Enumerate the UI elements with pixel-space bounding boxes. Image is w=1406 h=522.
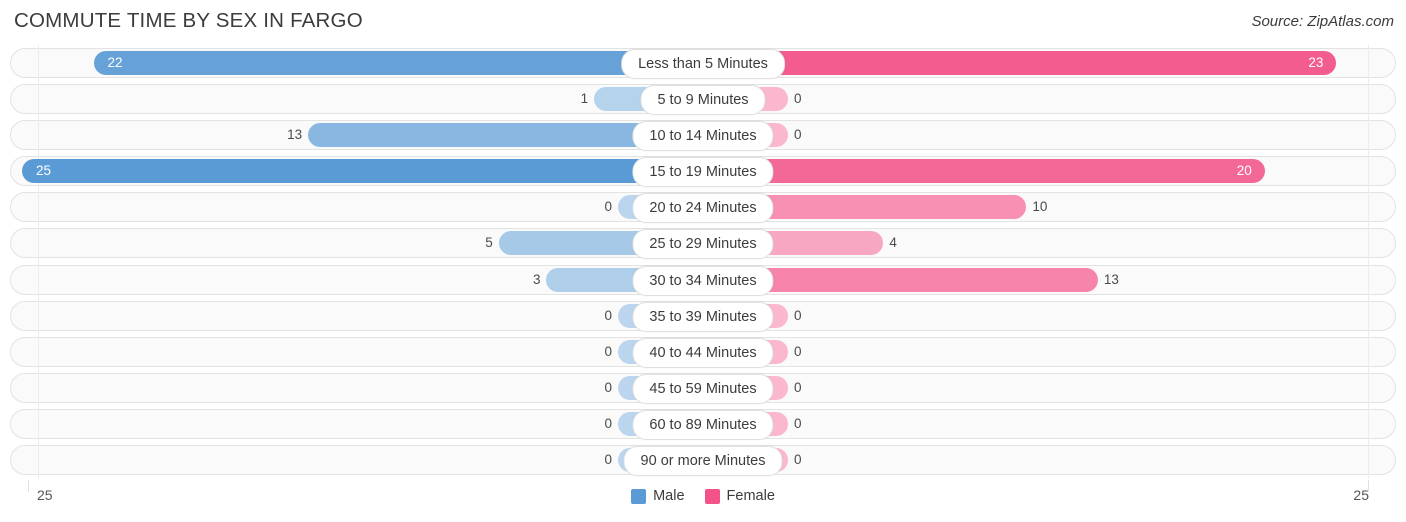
legend-item-female[interactable]: Female — [704, 488, 775, 504]
bar-value-female: 23 — [1308, 55, 1324, 70]
chart-legend: Male Female — [0, 488, 1406, 504]
chart-plot-area: 22 23 Less than 5 Minutes 1 0 5 to 9 Minutes 1… — [0, 44, 1406, 484]
gridline-right — [1368, 153, 1369, 191]
bar-value-male: 13 — [287, 127, 303, 143]
table-row[interactable]: 0 0 40 to 44 Minutes — [10, 333, 1396, 371]
bar-male[interactable] — [93, 51, 703, 75]
bar-female[interactable] — [703, 159, 1265, 184]
gridline-left — [38, 189, 39, 227]
bar-value-female: 0 — [794, 415, 802, 431]
gridline-left — [38, 117, 39, 155]
bar-male[interactable] — [22, 159, 703, 184]
bar-value-female: 0 — [794, 127, 802, 143]
legend-swatch-female-icon — [704, 488, 720, 504]
bar-value-male: 0 — [604, 343, 612, 359]
bar-value-female: 0 — [794, 452, 802, 468]
category-label: 5 to 9 Minutes — [640, 85, 766, 116]
bar-value-male: 3 — [532, 271, 541, 287]
bar-value-female: 0 — [794, 379, 802, 395]
table-row[interactable]: 0 0 45 to 59 Minutes — [10, 369, 1396, 407]
table-row[interactable]: 1 0 5 to 9 Minutes — [10, 81, 1396, 119]
legend-item-male[interactable]: Male — [631, 488, 685, 504]
bar-value-male: 25 — [36, 163, 52, 179]
bar-value-female: 0 — [794, 91, 802, 107]
gridline-right — [1368, 442, 1369, 480]
category-label: Less than 5 Minutes — [621, 49, 785, 79]
gridline-left — [38, 369, 39, 407]
gridline-right — [1368, 405, 1369, 443]
category-label: 45 to 59 Minutes — [632, 373, 774, 404]
table-row[interactable]: 25 20 15 to 19 Minutes — [10, 153, 1396, 191]
bar-value-female: 13 — [1103, 271, 1119, 287]
bar-value-male: 0 — [604, 452, 612, 468]
legend-label-female: Female — [726, 488, 775, 504]
category-label: 60 to 89 Minutes — [632, 409, 774, 440]
gridline-right — [1368, 189, 1369, 227]
category-label: 15 to 19 Minutes — [632, 157, 774, 188]
table-row[interactable]: 5 4 25 to 29 Minutes — [10, 225, 1396, 263]
page-title: COMMUTE TIME BY SEX IN FARGO — [14, 9, 363, 32]
bar-value-male: 22 — [107, 55, 123, 70]
gridline-left — [38, 297, 39, 335]
gridline-right — [1368, 297, 1369, 335]
category-label: 30 to 34 Minutes — [632, 265, 774, 296]
bar-value-female: 10 — [1032, 199, 1048, 215]
gridline-right — [1368, 333, 1369, 371]
table-row[interactable]: 22 23 Less than 5 Minutes — [10, 45, 1396, 82]
bar-value-female: 20 — [1236, 163, 1252, 179]
bar-value-male: 0 — [604, 415, 612, 431]
gridline-left — [38, 405, 39, 443]
bar-female[interactable] — [703, 51, 1337, 75]
gridline-left — [38, 442, 39, 480]
table-row[interactable]: 0 0 90 or more Minutes — [10, 442, 1396, 480]
bar-value-female: 0 — [794, 343, 802, 359]
bar-value-female: 0 — [794, 307, 802, 323]
bar-value-male: 0 — [604, 379, 612, 395]
gridline-right — [1368, 117, 1369, 155]
bar-value-female: 4 — [889, 235, 897, 251]
gridline-left — [38, 81, 39, 119]
table-row[interactable]: 0 0 60 to 89 Minutes — [10, 405, 1396, 443]
legend-swatch-male-icon — [631, 488, 647, 504]
gridline-right — [1368, 81, 1369, 119]
gridline-left — [38, 261, 39, 299]
category-label: 20 to 24 Minutes — [632, 193, 774, 224]
gridline-right — [1368, 369, 1369, 407]
bar-value-male: 0 — [604, 307, 612, 323]
gridline-right — [1368, 261, 1369, 299]
legend-label-male: Male — [653, 488, 685, 504]
category-label: 40 to 44 Minutes — [632, 337, 774, 368]
bar-value-male: 0 — [604, 199, 612, 215]
category-label: 35 to 39 Minutes — [632, 301, 774, 332]
bar-value-male: 1 — [580, 91, 589, 107]
table-row[interactable]: 0 0 35 to 39 Minutes — [10, 297, 1396, 335]
gridline-left — [38, 333, 39, 371]
bar-value-male: 5 — [485, 235, 493, 251]
chart-header: COMMUTE TIME BY SEX IN FARGO Source: Zip… — [0, 0, 1406, 42]
gridline-right — [1368, 45, 1369, 82]
gridline-right — [1368, 225, 1369, 263]
gridline-left — [38, 45, 39, 82]
gridline-left — [38, 225, 39, 263]
table-row[interactable]: 13 0 10 to 14 Minutes — [10, 117, 1396, 155]
category-label: 90 or more Minutes — [623, 446, 783, 477]
table-row[interactable]: 3 13 30 to 34 Minutes — [10, 261, 1396, 299]
category-label: 10 to 14 Minutes — [632, 121, 774, 152]
bar-rows: 22 23 Less than 5 Minutes 1 0 5 to 9 Minutes 1… — [10, 45, 1396, 481]
category-label: 25 to 29 Minutes — [632, 229, 774, 260]
table-row[interactable]: 0 10 20 to 24 Minutes — [10, 189, 1396, 227]
chart-footer: 25 25 Male Female — [0, 480, 1406, 522]
source-attribution: Source: ZipAtlas.com — [1251, 13, 1394, 30]
